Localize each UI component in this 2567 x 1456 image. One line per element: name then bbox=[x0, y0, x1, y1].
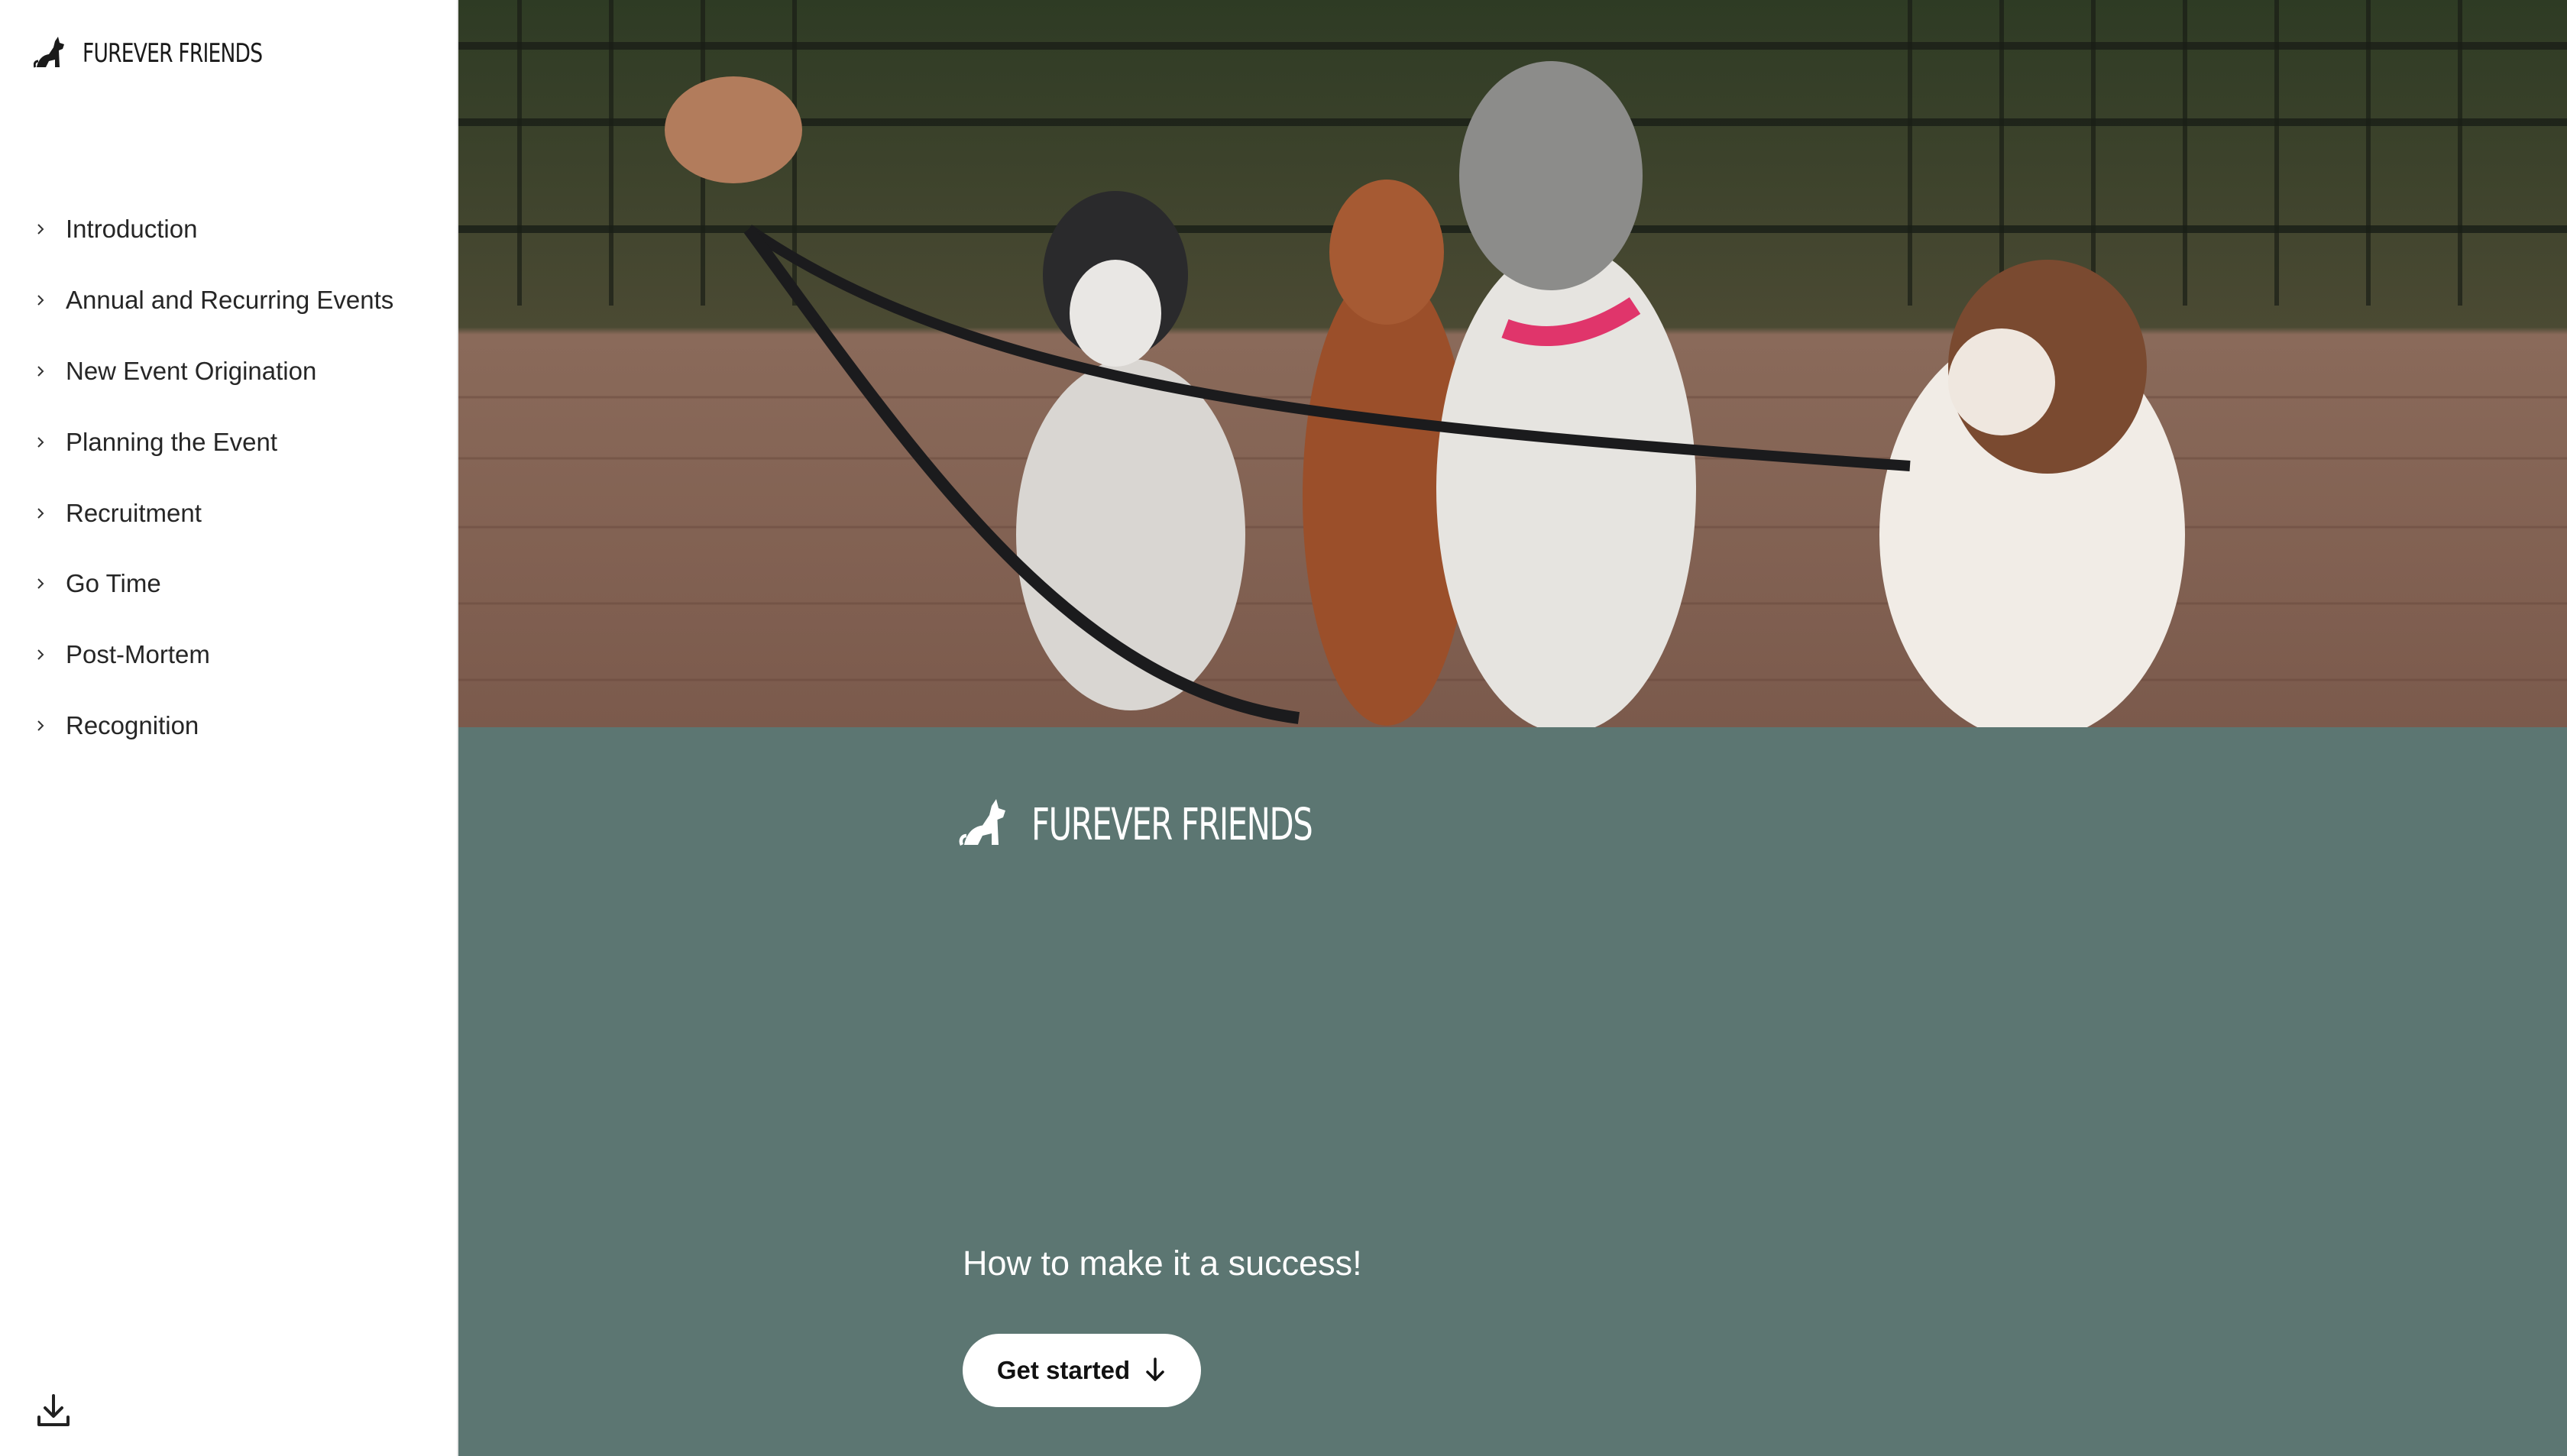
sidebar-item-label: Recruitment bbox=[66, 498, 202, 527]
sidebar-item-go-time[interactable]: Go Time bbox=[0, 548, 458, 620]
download-button[interactable] bbox=[34, 1392, 73, 1432]
sidebar-item-label: Recognition bbox=[66, 710, 199, 739]
get-started-button[interactable]: Get started bbox=[963, 1334, 1201, 1407]
sidebar-item-label: Planning the Event bbox=[66, 427, 278, 456]
sidebar: FUREVER FRIENDS Introduction Annual and … bbox=[0, 0, 458, 1456]
chevron-right-icon bbox=[34, 364, 47, 378]
sidebar-item-new-event-origination[interactable]: New Event Origination bbox=[0, 336, 458, 407]
download-icon bbox=[34, 1391, 73, 1433]
get-started-label: Get started bbox=[996, 1356, 1131, 1384]
sidebar-item-label: New Event Origination bbox=[66, 356, 317, 385]
sidebar-item-label: Go Time bbox=[66, 569, 161, 598]
cover-section bbox=[458, 727, 2567, 1456]
chevron-right-icon bbox=[34, 293, 47, 307]
main-content: FUREVER FRIENDS How to make it a success… bbox=[458, 0, 2567, 1456]
sidebar-item-label: Post-Mortem bbox=[66, 640, 210, 669]
dogs-photo-illustration bbox=[458, 0, 2567, 727]
cover-tagline: How to make it a success! bbox=[963, 1244, 1362, 1283]
sidebar-nav: Introduction Annual and Recurring Events… bbox=[0, 194, 458, 761]
app-window: FUREVER FRIENDS Introduction Annual and … bbox=[0, 0, 2567, 1456]
cover-logo: FUREVER FRIENDS bbox=[958, 794, 1421, 853]
chevron-right-icon bbox=[34, 648, 47, 662]
sidebar-logo[interactable]: FUREVER FRIENDS bbox=[33, 32, 313, 75]
sidebar-item-recognition[interactable]: Recognition bbox=[0, 691, 458, 762]
brand-name: FUREVER FRIENDS bbox=[83, 38, 263, 69]
arrow-down-icon bbox=[1144, 1357, 1167, 1385]
sidebar-item-recruitment[interactable]: Recruitment bbox=[0, 477, 458, 548]
sidebar-item-planning[interactable]: Planning the Event bbox=[0, 406, 458, 477]
hero-photo bbox=[458, 0, 2567, 727]
brand-name: FUREVER FRIENDS bbox=[1031, 798, 1313, 850]
dog-cat-logo-icon bbox=[958, 794, 1021, 853]
chevron-right-icon bbox=[34, 222, 47, 236]
chevron-right-icon bbox=[34, 435, 47, 449]
dog-cat-logo-icon bbox=[33, 34, 73, 74]
sidebar-item-annual-events[interactable]: Annual and Recurring Events bbox=[0, 265, 458, 336]
sidebar-item-label: Annual and Recurring Events bbox=[66, 286, 394, 315]
chevron-right-icon bbox=[34, 719, 47, 733]
sidebar-item-introduction[interactable]: Introduction bbox=[0, 194, 458, 265]
chevron-right-icon bbox=[34, 506, 47, 520]
sidebar-item-post-mortem[interactable]: Post-Mortem bbox=[0, 620, 458, 691]
sidebar-item-label: Introduction bbox=[66, 215, 198, 244]
chevron-right-icon bbox=[34, 577, 47, 590]
